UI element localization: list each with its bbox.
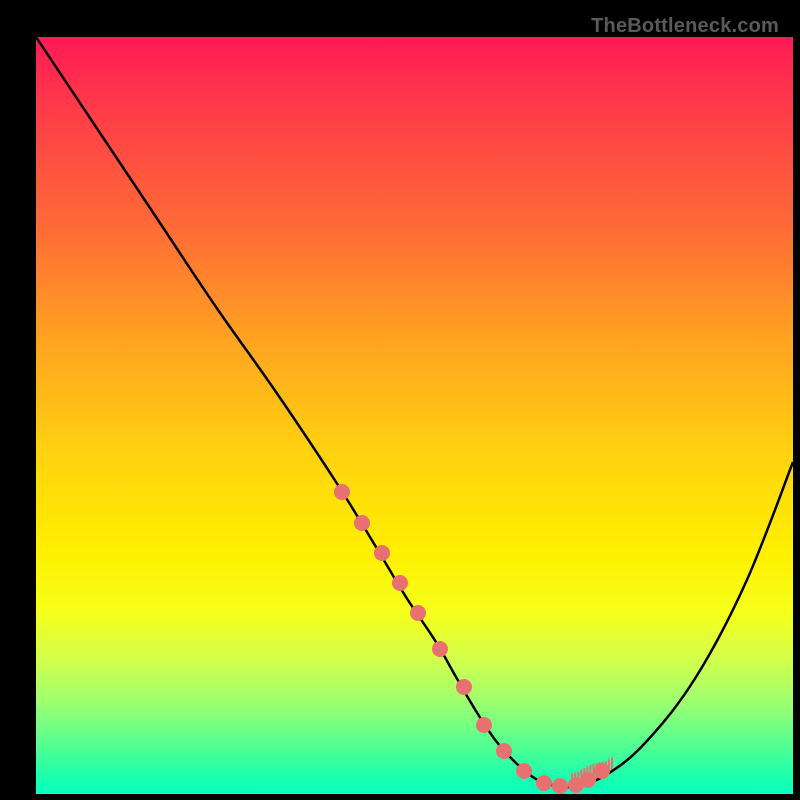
marker-dot [374,545,390,561]
watermark-text: TheBottleneck.com [591,15,779,38]
bottleneck-curve [36,37,793,787]
marker-dot [594,763,610,779]
curve-layer [36,37,793,794]
marker-dot [432,641,448,657]
marker-dot [552,778,568,794]
plot-area [36,37,793,794]
marker-dots [334,484,610,794]
marker-dot [392,575,408,591]
marker-dot [354,515,370,531]
marker-dot [516,763,532,779]
chart-frame: TheBottleneck.com [15,15,785,785]
marker-dot [476,717,492,733]
marker-dot [580,772,596,788]
marker-dot [496,743,512,759]
marker-dot [536,775,552,791]
marker-dot [456,679,472,695]
marker-dot [410,605,426,621]
marker-dot [334,484,350,500]
